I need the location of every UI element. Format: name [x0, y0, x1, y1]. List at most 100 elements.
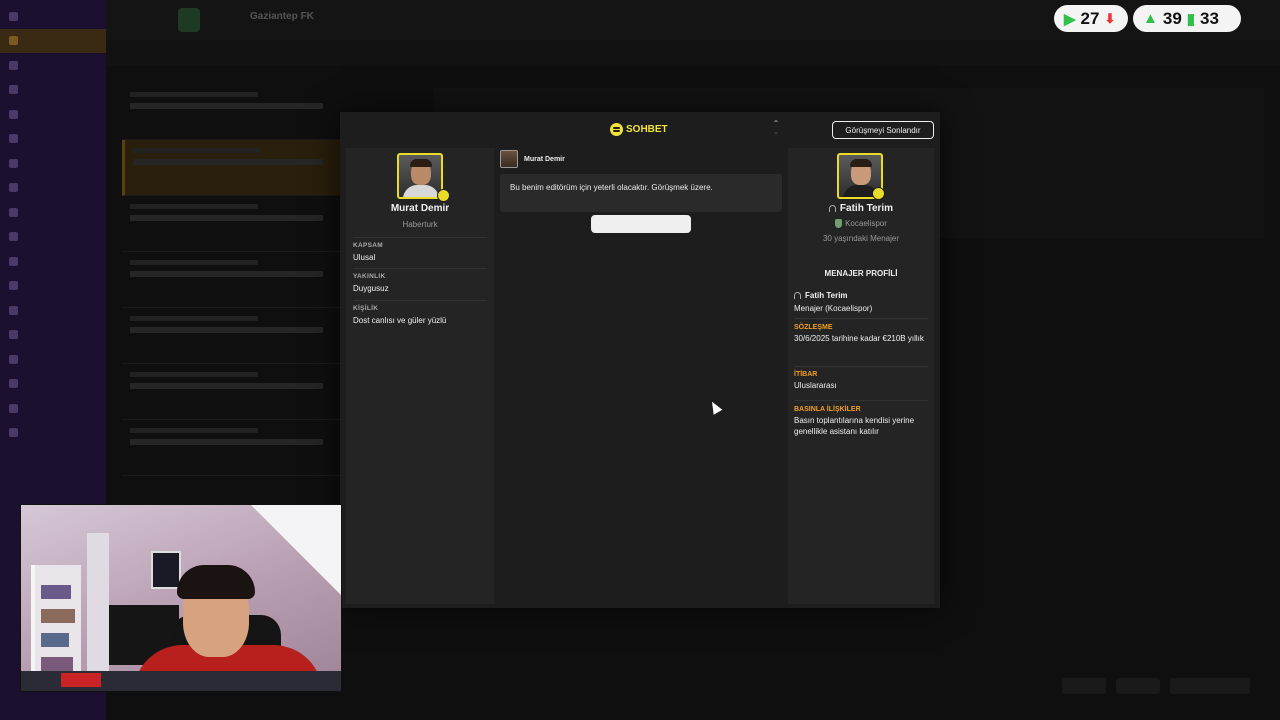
chat-badge-icon — [872, 187, 885, 200]
nav-icon — [9, 330, 18, 340]
divider — [794, 318, 928, 319]
nav-icon — [9, 158, 18, 168]
attribute-personality: KİŞİLİK Dost canlısı ve güler yüzlü — [353, 300, 487, 325]
nav-icon — [9, 428, 18, 438]
message-bubble: Bu benim editörüm için yeterli olacaktır… — [500, 174, 782, 212]
list-item[interactable] — [122, 252, 352, 308]
nav-icon — [9, 134, 18, 144]
sidebar-item[interactable] — [0, 151, 106, 176]
profile-identity: Fatih Terim Menajer (Kocaelispor) — [794, 288, 928, 314]
message-header: Murat Demir — [500, 150, 565, 168]
journalist-avatar — [397, 153, 443, 199]
sidebar-item[interactable] — [0, 298, 106, 323]
sidebar-item[interactable] — [0, 53, 106, 78]
profile-press-relations: BASINLA İLİŞKİLER Basın toplantılarına k… — [794, 406, 915, 436]
inbox-icon — [9, 36, 18, 46]
headset-icon — [794, 292, 801, 300]
footer-button[interactable] — [1116, 678, 1160, 694]
sidebar-item[interactable] — [0, 347, 106, 372]
sidebar-item[interactable] — [0, 372, 106, 397]
modal-header: SOHBET ⌃ ⌄ Görüşmeyi Sonlandır — [340, 112, 940, 148]
nav-icon — [9, 256, 18, 266]
hud-pill-kicks: ▶ 27 ⬇ — [1054, 5, 1128, 32]
list-item[interactable] — [122, 196, 352, 252]
conversation-panel: Murat Demir Bu benim editörüm için yeter… — [498, 148, 786, 604]
manager-name: Fatih Terim — [788, 203, 934, 214]
attribute-closeness: YAKINLIK Duygusuz — [353, 268, 487, 293]
journalist-panel: Murat Demir Haberturk KAPSAM Ulusal YAKI… — [346, 148, 494, 604]
message-author: Murat Demir — [524, 155, 565, 163]
chat-bubble-icon — [610, 123, 623, 136]
manager-club[interactable]: Kocaelispor — [788, 219, 934, 229]
chevron-down-icon[interactable]: ⌄ — [771, 128, 781, 136]
sidebar-item[interactable] — [0, 4, 106, 29]
author-avatar — [500, 150, 518, 168]
nav-icon — [9, 85, 18, 95]
nav-icon — [9, 109, 18, 119]
footer-button[interactable] — [1062, 678, 1106, 694]
sidebar-item[interactable] — [0, 396, 106, 421]
sidebar-item[interactable] — [0, 176, 106, 201]
nav-icon — [9, 11, 18, 21]
profile-title: MENAJER PROFİLİ — [824, 269, 898, 278]
screen: Gaziantep FK ▶ 27 ⬇ ▲ 39 ▮ 33 SOHBET ⌃ ⌄… — [0, 0, 1280, 720]
nav-icon — [9, 379, 18, 389]
chat-badge-icon — [437, 189, 450, 202]
nav-icon — [9, 354, 18, 364]
webcam-overlay — [20, 504, 342, 692]
list-item[interactable] — [122, 84, 352, 140]
chat-modal: SOHBET ⌃ ⌄ Görüşmeyi Sonlandır Murat Dem… — [340, 112, 940, 608]
kick-count: 27 — [1080, 8, 1100, 28]
sidebar-item[interactable] — [0, 249, 106, 274]
sidebar-item-active[interactable] — [0, 28, 106, 53]
sidebar-item[interactable] — [0, 225, 106, 250]
nav-icon — [9, 281, 18, 291]
modal-title-text: SOHBET — [626, 124, 668, 135]
sidebar-item[interactable] — [0, 127, 106, 152]
stat-value-2: 33 — [1200, 8, 1219, 28]
scroll-arrows[interactable]: ⌃ ⌄ — [771, 120, 781, 142]
modal-title: SOHBET — [610, 123, 668, 136]
list-item[interactable] — [122, 308, 352, 364]
sidebar-item[interactable] — [0, 200, 106, 225]
end-conversation-button[interactable]: Görüşmeyi Sonlandır — [591, 215, 691, 233]
end-conversation-button-top[interactable]: Görüşmeyi Sonlandır — [832, 121, 934, 139]
person-icon: ▲ — [1143, 10, 1158, 27]
inbox-list — [122, 84, 352, 476]
sidebar-item[interactable] — [0, 274, 106, 299]
profile-contract: SÖZLEŞME 30/6/2025 tarihine kadar €210B … — [794, 324, 924, 343]
club-name: Gaziantep FK — [250, 11, 314, 22]
bar-chart-icon: ▮ — [1186, 10, 1196, 28]
nav-icon — [9, 305, 18, 315]
profile-reputation: İTİBAR Uluslararası — [794, 371, 837, 390]
club-shield-icon — [835, 219, 843, 229]
profile-role: Menajer (Kocaelispor) — [794, 304, 873, 313]
divider — [794, 400, 928, 401]
journalist-name: Murat Demir — [390, 203, 450, 214]
wall-poster — [151, 551, 181, 589]
sidebar-item[interactable] — [0, 78, 106, 103]
kick-icon: ▶ — [1064, 10, 1076, 28]
journalist-outlet: Haberturk — [402, 220, 438, 229]
divider — [794, 366, 928, 367]
sidebar-item[interactable] — [0, 323, 106, 348]
sidebar-item[interactable] — [0, 421, 106, 446]
nav-icon — [9, 232, 18, 242]
nav-icon — [9, 183, 18, 193]
stat-value-1: 39 — [1162, 8, 1182, 28]
manager-description: 30 yaşındaki Menajer — [822, 234, 900, 243]
manager-panel: Fatih Terim Kocaelispor 30 yaşındaki Men… — [788, 148, 934, 604]
list-item[interactable] — [122, 140, 352, 196]
list-item[interactable] — [122, 364, 352, 420]
footer-button[interactable] — [1170, 678, 1250, 694]
hud-pill-stats: ▲ 39 ▮ 33 — [1133, 5, 1241, 32]
footer-buttons — [1062, 678, 1250, 694]
nav-icon — [9, 60, 18, 70]
sidebar-item[interactable] — [0, 102, 106, 127]
club-badge-icon[interactable] — [178, 8, 200, 32]
attribute-coverage: KAPSAM Ulusal — [353, 237, 487, 262]
down-arrow-icon: ⬇ — [1104, 10, 1116, 26]
list-item[interactable] — [122, 420, 352, 476]
nav-icon — [9, 403, 18, 413]
sub-navigation — [106, 40, 1280, 66]
